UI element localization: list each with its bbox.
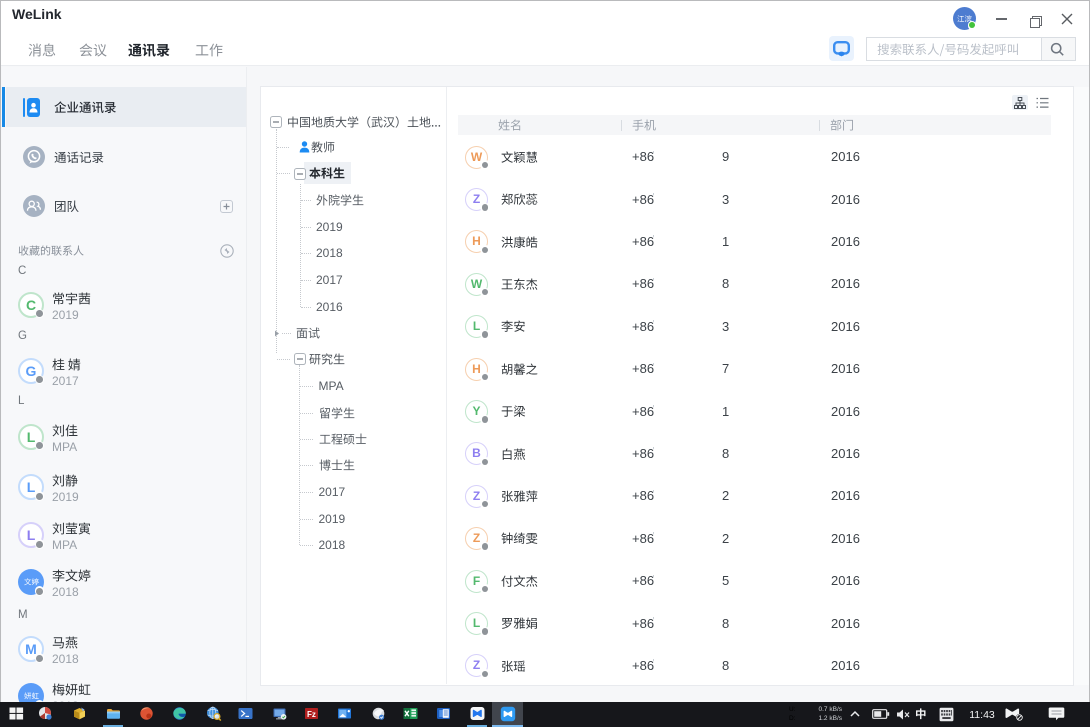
svg-text:Fz: Fz [307,710,316,719]
